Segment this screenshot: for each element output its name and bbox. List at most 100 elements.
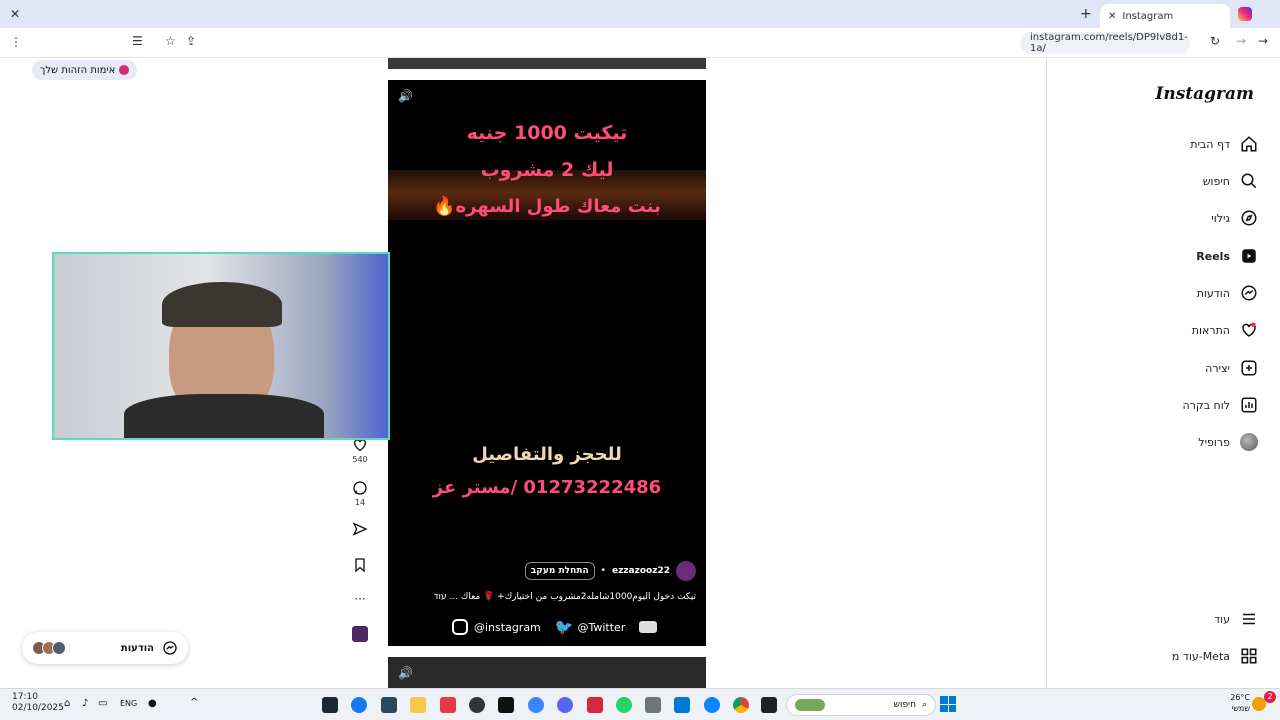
reading-list-icon[interactable]: ☰ [132,34,143,48]
terminal-icon[interactable] [761,697,777,713]
overlay-booking: للحجز والتفاصيل [472,444,622,465]
new-tab-icon[interactable]: + [1080,6,1092,22]
tiktok-studio-icon[interactable] [440,697,456,713]
star-icon[interactable]: ☆ [165,34,176,48]
windows-start-icon[interactable] [940,696,956,712]
instagram-favicon-icon[interactable] [1238,7,1252,21]
url-field[interactable]: instagram.com/reels/DP9Iv8d1-1a/ [1020,32,1190,54]
follow-button[interactable]: התחלת מעקב [524,562,595,580]
share-action[interactable] [350,521,370,539]
previous-reel[interactable] [388,58,706,69]
profile-chip[interactable]: אימות הזהות שלך [32,60,138,80]
menu-dots-icon[interactable]: ⋮ [10,35,22,49]
heart-icon [1242,322,1256,337]
volume-icon[interactable]: ♪ [82,698,88,709]
reels-icon [1242,249,1256,263]
social-instagram: @instagram [452,619,541,635]
comment-action[interactable]: 14 [350,480,370,507]
messages-label: הודעות [120,642,154,654]
author-username[interactable]: ezzazooz22 [612,566,670,576]
instagram-glyph-icon [452,619,468,635]
like-count: 540 [352,455,368,464]
acrobat-icon[interactable] [587,697,603,713]
sidebar-item-search[interactable]: חיפוש [1203,168,1258,194]
steam-icon-2[interactable] [381,697,397,713]
sidebar-item-messages[interactable]: הודעות [1197,280,1258,306]
browser-toolbar: ⋮ אימות הזהות שלך ☰ ☆ ⇪ instagram.com/re… [0,28,1280,80]
share-icon[interactable]: ⇪ [186,34,196,48]
social-twitter: 🐦 @Twitter [554,618,626,636]
sidebar-item-meta[interactable]: עוד מ-Meta [1172,643,1258,669]
instagram-logo[interactable]: Instagram [1155,84,1254,104]
reload-icon[interactable]: ↻ [1210,34,1220,48]
notification-badge[interactable]: 2 [1264,691,1276,703]
sidebar-item-home[interactable]: דף הבית [1190,131,1258,157]
file-explorer-icon[interactable] [410,697,426,713]
network-icon[interactable]: ⌂ [64,698,70,709]
discord-icon[interactable] [557,697,573,713]
author-avatar[interactable] [676,561,696,581]
reel-video[interactable]: 🔊 تيكيت 1000 جنيه ليك 2 مشروب بنت معاك ط… [388,80,706,646]
tab-instagram[interactable]: ✕ Instagram [1100,4,1230,28]
whatsapp-icon[interactable] [616,697,632,713]
save-action[interactable] [350,557,370,575]
separator-dot: • [600,566,606,576]
mute-icon-next[interactable]: 🔊 [398,666,413,680]
battery-icon[interactable]: ▭ [98,698,107,709]
tiktok-icon[interactable] [498,697,514,713]
more-options-icon[interactable]: ··· [350,592,370,606]
next-reel[interactable]: 🔊 [388,657,706,688]
message-avatars [32,641,66,655]
sidebar-item-dashboard[interactable]: לוח בקרה [1183,392,1259,418]
profile-dot-icon [119,65,130,75]
mic-icon[interactable]: ● [148,698,157,709]
mute-icon[interactable]: 🔊 [398,89,413,103]
forward-icon[interactable]: → [1236,34,1246,48]
like-action[interactable]: 540 [350,437,370,464]
windows-taskbar: 17:10 02/10/2025 ⌂ ♪ ▭ ENG ● ^ חיפוש ⌕ 2… [0,688,1280,720]
messages-floating-bar[interactable]: הודעות [22,632,188,664]
home-icon [1241,136,1257,152]
tray-chevron-icon[interactable]: ^ [190,697,198,708]
reel-author-row: ezzazooz22 • התחלת מעקב [524,561,696,581]
messenger-icon [1241,285,1257,301]
edge-icon[interactable] [704,697,720,713]
chrome-icon[interactable] [733,697,749,713]
obs-icon[interactable] [469,697,485,713]
sidebar-item-notifications[interactable]: התראות [1192,317,1258,343]
taskbar-search[interactable]: חיפוש ⌕ [786,694,936,716]
store-icon[interactable] [674,697,690,713]
weather-widget[interactable]: 26°C שמשי [1222,692,1250,714]
facebook-icon[interactable] [351,697,367,713]
compass-icon [1241,210,1257,226]
overlay-line-2: ليك 2 مشروب [480,159,614,181]
close-tab-icon[interactable]: ✕ [1108,11,1116,22]
webcam-shirt [124,394,324,438]
sidebar-item-create[interactable]: יצירה [1205,355,1258,381]
edge-beta-icon[interactable] [528,697,544,713]
audio-thumb[interactable] [350,626,370,644]
youtube-icon [639,621,658,633]
meta-grid-icon [1241,648,1257,664]
reel-caption[interactable]: تيكت دخول اليوم1000شامله2مشروب من اختيار… [434,592,696,602]
overlay-line-1: تيكيت 1000 جنيه [466,122,628,144]
close-window-icon[interactable]: ✕ [10,7,20,21]
sidebar-item-explore[interactable]: גילוי [1211,205,1258,231]
sidebar-item-profile[interactable]: פרופיל [1198,429,1258,455]
overlay-line-3: بنت معاك طول السهره🔥 [433,196,661,217]
instagram-sidebar: Instagram דף הבית חיפוש גילוי Reels הודע… [1046,58,1280,688]
comment-count: 14 [354,498,366,507]
search-highlight-icon [795,699,825,711]
dashboard-icon [1241,397,1257,413]
sidebar-item-more[interactable]: עוד [1214,606,1258,632]
send-icon [352,522,368,536]
back-icon[interactable]: → [1258,34,1268,48]
clock[interactable]: 17:10 02/10/2025 [12,692,64,714]
language-indicator[interactable]: ENG [120,699,137,708]
plus-square-icon [1241,360,1257,376]
calculator-icon[interactable] [645,697,661,713]
tab-title: Instagram [1122,10,1174,22]
steam-icon[interactable] [322,697,338,713]
audio-icon [352,626,368,642]
sidebar-item-reels[interactable]: Reels [1196,243,1258,269]
